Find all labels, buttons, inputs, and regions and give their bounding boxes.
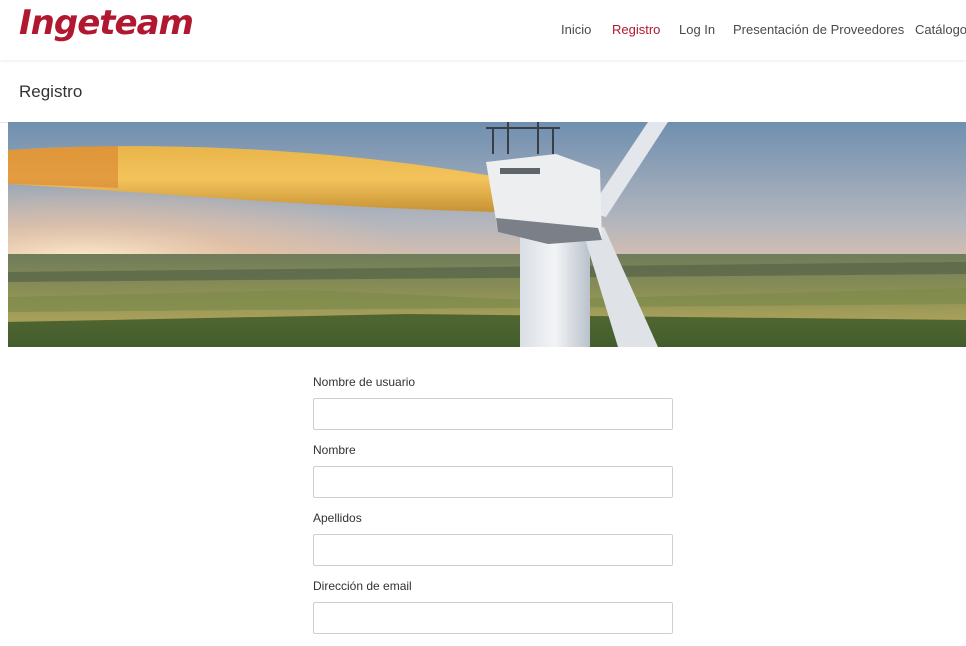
email-input[interactable]	[313, 602, 673, 634]
page-header: Registro	[0, 60, 966, 123]
username-input[interactable]	[313, 398, 673, 430]
last-name-input[interactable]	[313, 534, 673, 566]
first-name-label: Nombre	[313, 443, 356, 457]
registration-form: Nombre de usuario Nombre Apellidos Direc…	[313, 374, 673, 646]
nav-item-registro[interactable]: Registro	[612, 22, 660, 37]
first-name-input[interactable]	[313, 466, 673, 498]
nav-item-log-in[interactable]: Log In	[679, 22, 715, 37]
wind-turbine-banner	[8, 122, 966, 347]
nav-item-presentacion-de-proveedores[interactable]: Presentación de Proveedores	[733, 22, 904, 37]
nav-item-inicio[interactable]: Inicio	[561, 22, 591, 37]
main-nav: Inicio Registro Log In Presentación de P…	[0, 22, 966, 42]
username-label: Nombre de usuario	[313, 375, 416, 389]
last-name-label: Apellidos	[313, 511, 362, 525]
top-navigation-bar: Ingeteam Inicio Registro Log In Presenta…	[0, 0, 966, 60]
nav-item-catalogo[interactable]: Catálogo	[915, 22, 966, 37]
email-label: Dirección de email	[313, 579, 412, 593]
page-title: Registro	[19, 82, 83, 101]
